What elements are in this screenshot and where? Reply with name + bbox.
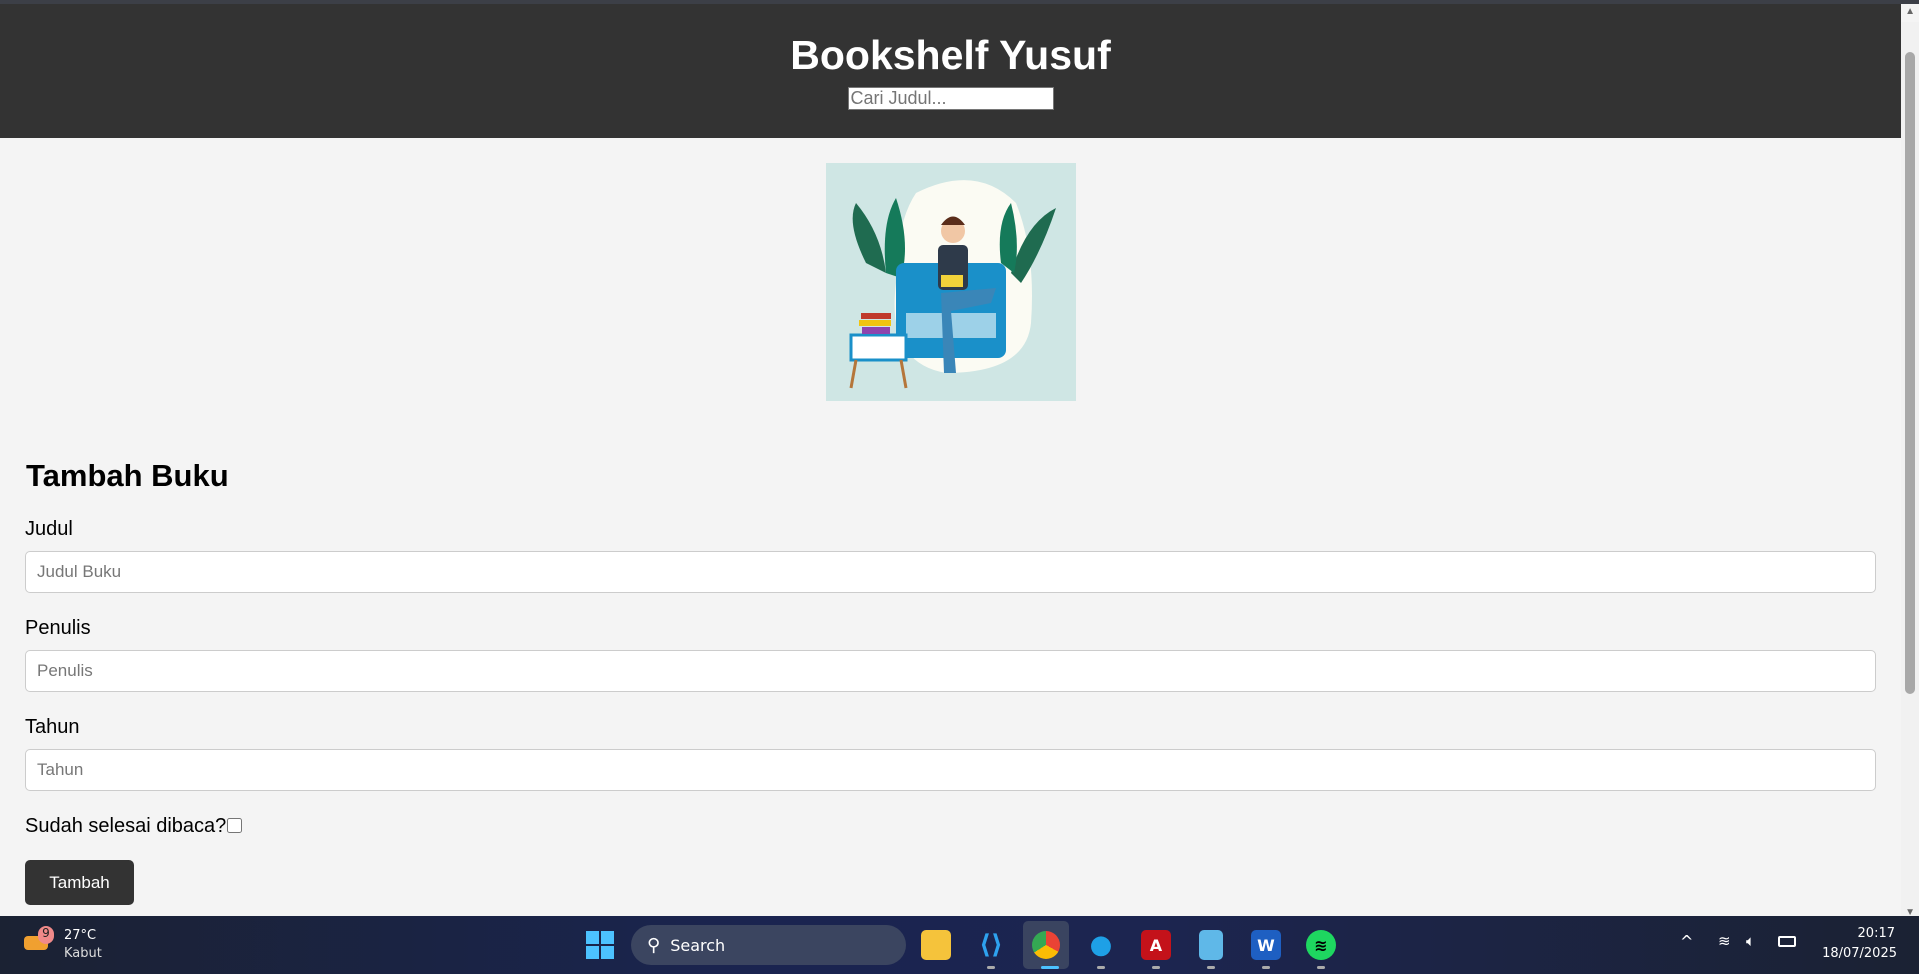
year-label: Tahun xyxy=(25,716,80,738)
app-elephant-icon[interactable]: ● xyxy=(1086,930,1116,960)
wifi-icon[interactable]: ≋ xyxy=(1718,932,1731,950)
search-icon: ⚲ xyxy=(647,934,661,956)
complete-row: Sudah selesai dibaca? xyxy=(25,815,243,838)
spotify-icon[interactable]: ≋ xyxy=(1306,930,1336,960)
page-header: Bookshelf Yusuf xyxy=(0,4,1901,138)
year-input[interactable] xyxy=(25,749,1876,791)
file-explorer-icon[interactable] xyxy=(921,930,951,960)
scroll-up-icon[interactable]: ▲ xyxy=(1905,6,1915,17)
vscode-icon[interactable]: ⟨⟩ xyxy=(976,930,1006,960)
clock-date[interactable]: 18/07/2025 xyxy=(1822,946,1897,961)
add-book-button[interactable]: Tambah xyxy=(25,860,134,905)
windows-icon xyxy=(586,931,614,959)
title-label: Judul xyxy=(25,518,73,540)
page-title: Bookshelf Yusuf xyxy=(790,32,1111,78)
weather-widget[interactable]: 9 27°C Kabut xyxy=(22,924,112,966)
author-input[interactable] xyxy=(25,650,1876,692)
reading-illustration xyxy=(826,163,1076,401)
form-heading: Tambah Buku xyxy=(26,458,229,493)
word-icon[interactable]: W xyxy=(1251,930,1281,960)
page-scrollbar[interactable]: ▲ ▼ xyxy=(1901,6,1919,918)
start-button[interactable] xyxy=(585,930,615,960)
complete-checkbox[interactable] xyxy=(227,818,243,833)
volume-icon[interactable]: 🔈︎ xyxy=(1746,932,1755,950)
title-input[interactable] xyxy=(25,551,1876,593)
scrollbar-thumb[interactable] xyxy=(1905,52,1915,694)
battery-icon[interactable] xyxy=(1778,936,1796,947)
notepad-icon[interactable] xyxy=(1199,930,1223,960)
clock-time[interactable]: 20:17 xyxy=(1858,926,1895,941)
author-label: Penulis xyxy=(25,617,91,639)
search-input[interactable] xyxy=(847,87,1054,110)
taskbar-search-label: Search xyxy=(670,935,726,955)
chrome-icon[interactable] xyxy=(1023,921,1069,969)
weather-badge: 9 xyxy=(38,926,54,944)
acrobat-icon[interactable]: A xyxy=(1141,930,1171,960)
weather-desc: Kabut xyxy=(64,946,102,961)
taskbar: 9 27°C Kabut ⚲ Search ⟨⟩ ● A W ≋ ^ ≋ 🔈︎ 2… xyxy=(0,916,1919,974)
weather-temp: 27°C xyxy=(64,928,97,943)
tray-chevron-icon[interactable]: ^ xyxy=(1680,932,1693,951)
complete-label: Sudah selesai dibaca? xyxy=(25,815,227,837)
taskbar-search[interactable]: ⚲ Search xyxy=(631,925,906,965)
